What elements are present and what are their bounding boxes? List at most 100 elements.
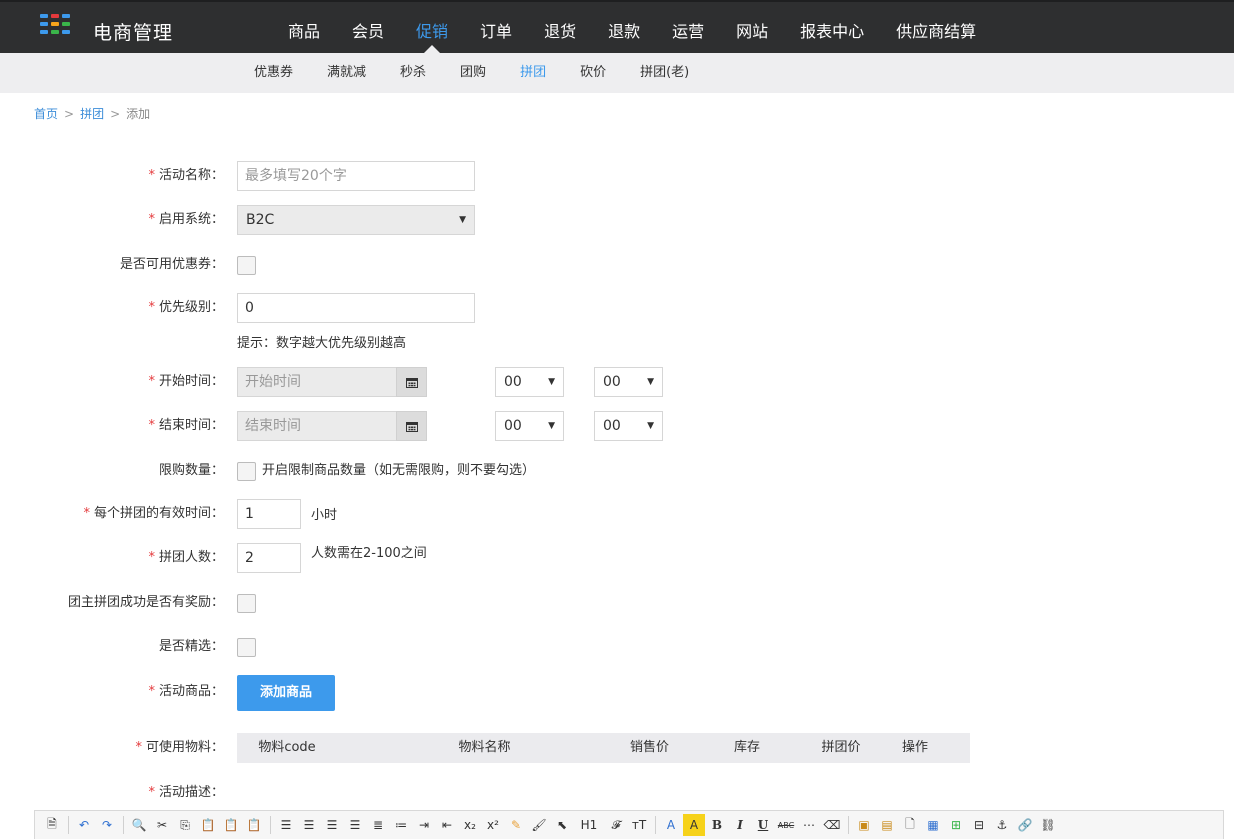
insert-image-icon[interactable]: ▣: [853, 814, 875, 836]
coupon-checkbox[interactable]: [237, 256, 256, 275]
group-size-hint: 人数需在2-100之间: [311, 546, 427, 561]
format-painter-icon[interactable]: 🖌: [528, 814, 550, 836]
sub-nav-pintuan[interactable]: 拼团: [503, 53, 563, 93]
main-nav-returns[interactable]: 退货: [528, 0, 592, 53]
superscript-icon[interactable]: x²: [482, 814, 504, 836]
main-nav-reports[interactable]: 报表中心: [784, 0, 880, 53]
align-center-icon[interactable]: ☰: [298, 814, 320, 836]
undo-icon[interactable]: ↶: [73, 814, 95, 836]
bold-icon[interactable]: B: [706, 814, 728, 836]
link-icon[interactable]: 🔗: [1014, 814, 1036, 836]
insert-table-icon[interactable]: ▦: [922, 814, 944, 836]
group-size-input[interactable]: [237, 543, 301, 573]
align-left-icon[interactable]: ☰: [275, 814, 297, 836]
cut-icon[interactable]: ✂: [151, 814, 173, 836]
form-row-end-time: *结束时间： 00▼ 00▼: [0, 411, 1234, 441]
heading-icon[interactable]: H1: [574, 814, 604, 836]
anchor-icon[interactable]: ⚓: [991, 814, 1013, 836]
chevron-down-icon: ▼: [548, 421, 555, 431]
start-hour-select[interactable]: 00 ▼: [495, 367, 564, 397]
font-family-icon[interactable]: 𝓕: [605, 814, 627, 836]
table-header-cell: 物料名称: [458, 740, 511, 755]
breadcrumb-separator: >: [64, 107, 75, 121]
leader-reward-checkbox[interactable]: [237, 594, 256, 613]
main-nav-goods[interactable]: 商品: [272, 0, 336, 53]
main-nav-operations[interactable]: 运营: [656, 0, 720, 53]
main-nav-refunds[interactable]: 退款: [592, 0, 656, 53]
end-calendar-button[interactable]: [396, 411, 427, 441]
eraser-icon[interactable]: ⌫: [821, 814, 843, 836]
font-color-icon[interactable]: A: [660, 814, 682, 836]
sub-nav-bargain[interactable]: 砍价: [563, 53, 623, 93]
font-size-icon[interactable]: тT: [628, 814, 650, 836]
end-time-input[interactable]: [237, 411, 397, 441]
calendar-icon: [405, 377, 418, 388]
start-calendar-button[interactable]: [396, 367, 427, 397]
insert-row-icon[interactable]: ⊞: [945, 814, 967, 836]
add-product-button[interactable]: 添加商品: [237, 675, 335, 711]
end-hour-select[interactable]: 00 ▼: [495, 411, 564, 441]
unordered-list-icon[interactable]: ≔: [390, 814, 412, 836]
unlink-icon[interactable]: ⛓: [1037, 814, 1059, 836]
products-label: * 活动商品：: [148, 684, 224, 699]
insert-file-icon[interactable]: 🗋: [899, 814, 921, 836]
chevron-down-icon: ▼: [647, 377, 654, 387]
system-select-value: B2C: [246, 212, 275, 228]
start-time-input[interactable]: [237, 367, 397, 397]
valid-time-input[interactable]: [237, 499, 301, 529]
system-select[interactable]: B2C ▼: [237, 205, 475, 235]
underline-icon[interactable]: U: [752, 814, 774, 836]
materials-label: * 可使用物料：: [135, 740, 224, 755]
indent-icon[interactable]: ⇥: [413, 814, 435, 836]
select-all-icon[interactable]: ⬉: [551, 814, 573, 836]
italic-icon[interactable]: I: [729, 814, 751, 836]
featured-label: 是否精选：: [158, 639, 224, 654]
breadcrumb-home[interactable]: 首页: [34, 107, 58, 121]
align-right-icon[interactable]: ☰: [321, 814, 343, 836]
form-row-products: * 活动商品： 添加商品: [0, 675, 1234, 711]
end-minute-select[interactable]: 00 ▼: [594, 411, 663, 441]
multi-image-icon[interactable]: ▤: [876, 814, 898, 836]
activity-name-input[interactable]: [237, 161, 475, 191]
activity-name-label: * 活动名称：: [148, 168, 224, 183]
main-nav-orders[interactable]: 订单: [464, 0, 528, 53]
page-break-icon[interactable]: ⊟: [968, 814, 990, 836]
sub-nav-group-buy[interactable]: 团购: [443, 53, 503, 93]
source-code-icon[interactable]: 🗎: [41, 814, 63, 836]
breadcrumb-current: 添加: [126, 107, 151, 121]
breadcrumb-section[interactable]: 拼团: [80, 107, 104, 121]
start-minute-select[interactable]: 00 ▼: [594, 367, 663, 397]
paste-text-icon[interactable]: 📋: [220, 814, 242, 836]
featured-checkbox[interactable]: [237, 638, 256, 657]
chevron-down-icon: ▼: [459, 215, 466, 225]
sub-nav-flash-sale[interactable]: 秒杀: [383, 53, 443, 93]
main-nav-promotion[interactable]: 促销: [400, 0, 464, 53]
redo-icon[interactable]: ↷: [96, 814, 118, 836]
sub-nav-coupons[interactable]: 优惠券: [237, 53, 310, 93]
strikethrough-icon[interactable]: ABC: [775, 814, 797, 836]
valid-time-unit: 小时: [311, 508, 338, 523]
main-nav-members[interactable]: 会员: [336, 0, 400, 53]
clear-format-icon[interactable]: ✎: [505, 814, 527, 836]
highlight-color-icon[interactable]: A: [683, 814, 705, 836]
copy-icon[interactable]: ⎘: [174, 814, 196, 836]
outdent-icon[interactable]: ⇤: [436, 814, 458, 836]
ordered-list-icon[interactable]: ≣: [367, 814, 389, 836]
form-row-priority: * 优先级别：: [0, 293, 1234, 323]
sub-nav-pintuan-old[interactable]: 拼团(老): [623, 53, 706, 93]
sub-nav: 优惠券 满就减 秒杀 团购 拼团 砍价 拼团(老): [0, 53, 1234, 93]
limit-checkbox[interactable]: [237, 462, 256, 481]
main-nav-website[interactable]: 网站: [720, 0, 784, 53]
form-row-start-time: *开始时间： 00▼ 00▼: [0, 367, 1234, 397]
paste-icon[interactable]: 📋: [197, 814, 219, 836]
horizontal-rule-icon[interactable]: ⋯: [798, 814, 820, 836]
paste-word-icon[interactable]: 📋: [243, 814, 265, 836]
leader-reward-label: 团主拼团成功是否有奖励：: [67, 595, 224, 610]
main-nav-supplier-settlement[interactable]: 供应商结算: [880, 0, 992, 53]
priority-input[interactable]: [237, 293, 475, 323]
align-justify-icon[interactable]: ☰: [344, 814, 366, 836]
toolbar-separator: [848, 816, 849, 834]
sub-nav-full-reduction[interactable]: 满就减: [310, 53, 383, 93]
subscript-icon[interactable]: x₂: [459, 814, 481, 836]
preview-icon[interactable]: 🔍: [128, 814, 150, 836]
